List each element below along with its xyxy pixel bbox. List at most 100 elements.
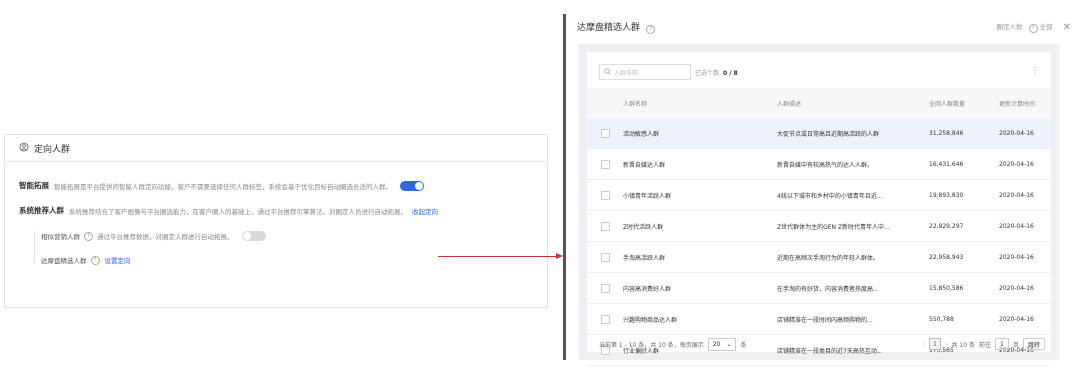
reach-row: 达摩盘精选人群 ? 设置定向: [41, 255, 131, 265]
goto-page-input[interactable]: 1: [994, 338, 1009, 350]
row-checkbox[interactable]: [600, 314, 610, 324]
jump-button[interactable]: 跳转: [1022, 338, 1045, 350]
row-date: 2020-04-16: [999, 160, 1034, 168]
page-summary-text: 当前第 1 - 10 条，共 10 条，每页展示: [599, 341, 704, 349]
row-count: 22,929,297: [929, 222, 964, 230]
drawer-title-wrap: 达摩盘精选人群 ?: [577, 20, 656, 34]
row-desc: 新晋自媒中有较高热气的达人人群。: [777, 161, 874, 169]
audience-size-label: 圈定人数: [996, 23, 1023, 31]
row-name: 内容高消费好人群: [623, 285, 672, 293]
search-input[interactable]: 人群名称: [599, 64, 691, 80]
help-icon[interactable]: ?: [84, 231, 93, 241]
row-desc: 在手淘的有好货、内容消费者热度高...: [777, 285, 879, 293]
row-desc: 近期在高频次手淘行为的年轻人群体。: [777, 254, 880, 262]
total-count: 共 10 条: [951, 341, 975, 349]
row-count: 16,431,646: [929, 160, 964, 168]
crowd-select-drawer: 达摩盘精选人群 ? 圈定人数 ? 全部 ✕ 人群名称 已选个数: 0 / 8 ⋮…: [563, 0, 1085, 390]
prev-page-icon[interactable]: ‹: [923, 341, 925, 348]
page-1-button[interactable]: 1: [929, 338, 942, 350]
lookalike-desc: 通过平台推荐数据，对圈定人群进行自动拓展。: [97, 233, 234, 241]
row-date: 2020-04-16: [999, 222, 1034, 230]
page-size-unit: 条: [740, 341, 747, 349]
targeting-card: 定向人群 智能拓展 智能拓展是平台提供的智能人群定向功能，客户不需要选择任何人群…: [4, 134, 548, 308]
col-date: 更新计算时间: [999, 100, 1036, 108]
table-row[interactable]: Z时代活跃人群 Z世代群体为主的GEN Z新时代青年人中... 22,929,2…: [587, 211, 1051, 242]
goto-label: 前往: [978, 341, 991, 349]
set-targeting-link[interactable]: 设置定向: [105, 255, 131, 265]
table-row[interactable]: 小镇青年活跃人群 4线以下城市和乡村中的小镇青年且近... 19,893,830…: [587, 180, 1051, 211]
table-card: 人群名称 已选个数: 0 / 8 ⋮ 人群名称 人群描述 全网人群数量 更新计算…: [587, 52, 1051, 366]
help-icon[interactable]: ?: [1028, 24, 1038, 33]
row-checkbox[interactable]: [600, 128, 610, 138]
table-header: 人群名称 人群描述 全网人群数量 更新计算时间: [587, 88, 1051, 118]
row-count: 550,788: [929, 315, 954, 323]
tree-line: [34, 231, 35, 263]
search-icon: [604, 67, 611, 77]
selected-count-value: 0 / 8: [722, 70, 738, 77]
help-icon[interactable]: ?: [90, 255, 100, 265]
row-date: 2020-04-16: [999, 191, 1034, 199]
row-desc: 大促节点或日常高且近期高活跃的人群: [777, 130, 880, 138]
drawer-body: 人群名称 已选个数: 0 / 8 ⋮ 人群名称 人群描述 全网人群数量 更新计算…: [579, 44, 1059, 366]
col-name: 人群名称: [623, 100, 648, 108]
pagination-controls: ‹ 1 › 共 10 条 前往 1 页 跳转: [923, 338, 1045, 350]
reach-label: 达摩盘精选人群: [41, 257, 87, 265]
crowd-table: 人群名称 人群描述 全网人群数量 更新计算时间 活动敏感人群 大促节点或日常高且…: [587, 88, 1051, 366]
row-date: 2020-04-16: [999, 253, 1034, 261]
smart-expand-toggle[interactable]: [400, 180, 424, 191]
search-placeholder: 人群名称: [614, 69, 639, 77]
pagination-summary: 当前第 1 - 10 条，共 10 条，每页展示 20 ⌄ 条: [599, 337, 747, 351]
row-name: 新晋自媒达人群: [623, 161, 666, 169]
selected-count: 已选个数: 0 / 8: [695, 68, 738, 77]
row-count: 19,893,830: [929, 191, 964, 199]
row-name: 小镇青年活跃人群: [623, 192, 672, 200]
drawer-actions: 圈定人数 ? 全部 ✕: [996, 21, 1071, 33]
drawer-title: 达摩盘精选人群: [577, 23, 641, 33]
lookalike-toggle[interactable]: [241, 231, 266, 241]
row-checkbox[interactable]: [600, 283, 610, 293]
pagination-bar: 当前第 1 - 10 条，共 10 条，每页展示 20 ⌄ 条 ‹ 1 › 共 …: [587, 336, 1051, 352]
table-row[interactable]: 内容高消费好人群 在手淘的有好货、内容消费者热度高... 15,850,586 …: [587, 273, 1051, 304]
row-count: 22,958,943: [929, 253, 964, 261]
clear-all-button[interactable]: 全部: [1040, 23, 1053, 31]
row-checkbox[interactable]: [600, 190, 610, 200]
drawer-edge: [563, 14, 566, 360]
col-count: 全网人群数量: [929, 100, 966, 108]
row-date: 2020-04-16: [999, 284, 1034, 292]
smart-expand-row: 智能拓展 智能拓展是平台提供的智能人群定向功能，客户不需要选择任何人群标签，系统…: [19, 180, 424, 191]
system-recommend-desc: 系统推荐结合了客户画像与平台圈选能力，在客户圈人的基础上，通过平台推荐引擎算法，…: [69, 207, 407, 216]
card-header: 定向人群: [5, 135, 547, 162]
row-name: 兴趣购物商品达人群: [623, 316, 678, 324]
row-checkbox[interactable]: [600, 159, 610, 169]
more-options-icon[interactable]: ⋮: [1031, 66, 1039, 75]
row-name: Z时代活跃人群: [623, 223, 664, 231]
table-row[interactable]: 手淘高活跃人群 近期在高频次手淘行为的年轻人群体。 22,958,943 202…: [587, 242, 1051, 273]
row-date: 2020-04-16: [999, 129, 1034, 137]
lookalike-row: 相似营销人群 ? 通过平台推荐数据，对圈定人群进行自动拓展。: [41, 231, 266, 241]
help-icon[interactable]: ?: [646, 25, 656, 34]
system-recommend-label: 系统推荐人群: [19, 206, 64, 215]
row-desc: Z世代群体为主的GEN Z新时代青年人中...: [777, 223, 890, 231]
collapse-targeting-link[interactable]: 收起定向: [412, 206, 438, 216]
card-title: 定向人群: [34, 144, 71, 155]
callout-arrow-head: [556, 253, 563, 259]
callout-arrow-line: [438, 256, 558, 257]
next-page-icon[interactable]: ›: [945, 341, 947, 348]
row-desc: 4线以下城市和乡村中的小镇青年且近...: [777, 192, 883, 200]
row-name: 手淘高活跃人群: [623, 254, 666, 262]
page-size-value: 20: [712, 340, 721, 348]
col-desc: 人群描述: [777, 100, 802, 108]
row-checkbox[interactable]: [600, 221, 610, 231]
page-size-select[interactable]: 20 ⌄: [707, 337, 737, 351]
goto-unit: 页: [1012, 341, 1019, 349]
table-row[interactable]: 活动敏感人群 大促节点或日常高且近期高活跃的人群 31,258,846 2020…: [587, 118, 1051, 149]
row-checkbox[interactable]: [600, 252, 610, 262]
drawer-header: 达摩盘精选人群 ? 圈定人数 ? 全部 ✕: [577, 20, 1071, 34]
row-date: 2020-04-16: [999, 315, 1034, 323]
system-recommend-row: 系统推荐人群 系统推荐结合了客户画像与平台圈选能力，在客户圈人的基础上，通过平台…: [19, 205, 438, 216]
row-desc: 店铺精准在一段时间内高频购物的...: [777, 316, 873, 324]
table-row[interactable]: 兴趣购物商品达人群 店铺精准在一段时间内高频购物的... 550,788 202…: [587, 304, 1051, 335]
table-row[interactable]: 新晋自媒达人群 新晋自媒中有较高热气的达人人群。 16,431,646 2020…: [587, 149, 1051, 180]
close-icon[interactable]: ✕: [1063, 22, 1071, 33]
smart-expand-desc: 智能拓展是平台提供的智能人群定向功能，客户不需要选择任何人群标签，系统会基于优化…: [54, 182, 392, 191]
